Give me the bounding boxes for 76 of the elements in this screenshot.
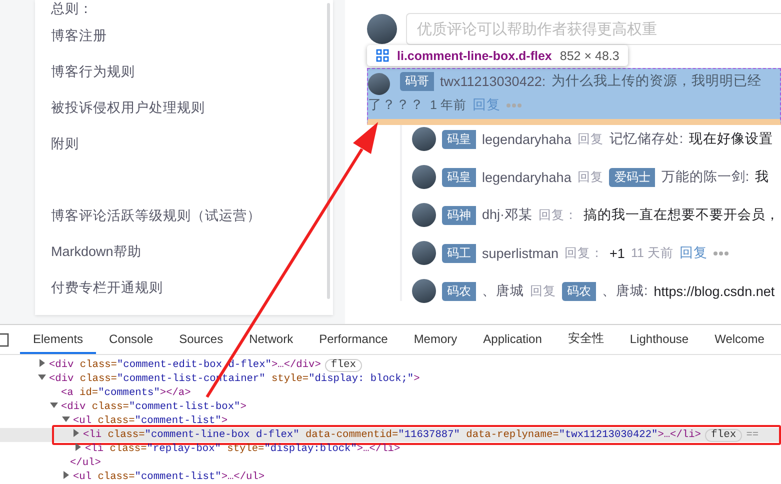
scrollbar[interactable] (327, 3, 330, 299)
dom-node-line[interactable]: <ul class="comment-list"> (73, 414, 228, 428)
reply-label: 回复 (577, 168, 604, 186)
dom-node-line[interactable]: <a id="comments"></a> (61, 386, 191, 400)
sidebar-link[interactable]: 附则 (51, 126, 79, 162)
avatar (412, 203, 436, 227)
sidebar-link[interactable]: 总则： (51, 0, 93, 18)
expand-right-icon[interactable] (38, 359, 46, 367)
avatar (412, 127, 436, 151)
comment-text: 为什么我上传的资源，我明明已经 (552, 72, 762, 90)
element-size: 852 × 48.3 (560, 48, 620, 62)
reply-text: 我 (755, 168, 770, 186)
expand-right-icon[interactable] (62, 471, 70, 479)
element-selector: li.comment-line-box.d-flex (397, 48, 552, 62)
avatar (412, 241, 436, 265)
sidebar-link[interactable]: 博客评论活跃等级规则（试运营） (51, 198, 261, 234)
reply-author[interactable]: legendaryhaha (482, 132, 572, 146)
reply-text: https://blog.csdn.net (654, 284, 775, 298)
console-ref-label: == (746, 428, 759, 442)
reply-author[interactable]: superlistman (482, 246, 559, 260)
flex-badge[interactable]: flex (704, 428, 742, 442)
dom-node-line[interactable]: <ul class="comment-list">…</ul> (73, 470, 265, 484)
sidebar-link[interactable]: 被投诉侵权用户处理规则 (51, 90, 205, 126)
devtools-tab[interactable]: Application (470, 325, 555, 354)
reply-author[interactable]: dhj·邓某 (482, 206, 533, 224)
reply-target[interactable]: 、唐城: (602, 282, 648, 300)
dom-node-line[interactable]: <li class="replay-box" style="display:block">…</li> (85, 442, 400, 456)
dom-node-line[interactable]: </ul> (70, 457, 101, 469)
avatar (367, 14, 397, 44)
level-badge: 码工 (442, 244, 476, 262)
devtools-tab[interactable]: Network (236, 325, 306, 354)
avatar (412, 279, 436, 303)
flex-badge[interactable]: flex (324, 358, 362, 372)
dom-node-line[interactable]: <div class="comment-list-box"> (61, 400, 246, 414)
reply-author[interactable]: 、唐城 (482, 282, 524, 300)
level-badge: 码农 (442, 282, 476, 300)
avatar (368, 73, 390, 95)
devtools-tab[interactable]: Sources (166, 325, 236, 354)
reply-label: 回复： (564, 244, 604, 262)
reply-text: 现在好像设置 (689, 130, 774, 148)
reply-time: 11 天前 (630, 244, 674, 262)
reply-label: 回复 (577, 130, 604, 148)
level-badge: 爱码士 (609, 168, 656, 186)
comment-author[interactable]: twx11213030422: (440, 74, 546, 88)
devtools-tab[interactable]: Welcome (702, 325, 778, 354)
devtools-tab[interactable]: Lighthouse (616, 325, 702, 354)
level-badge: 码哥 (400, 72, 434, 90)
devtools-tab[interactable]: Console (96, 325, 166, 354)
level-badge: 码农 (562, 282, 596, 300)
dom-node-line[interactable]: <div class="comment-edit-box d-flex">…</div> (49, 358, 321, 372)
expand-down-icon[interactable] (38, 373, 46, 381)
level-badge: 码神 (442, 206, 476, 224)
sidebar-link[interactable]: 博客行为规则 (51, 54, 135, 90)
selected-dom-row[interactable]: <li class="comment-line-box d-flex" data-commentid="11637887" data-replyname="twx11213030422">…</li> flex == (0, 428, 781, 442)
sidebar-link[interactable]: 付费专栏开通规则 (51, 270, 163, 306)
devtools-tab[interactable]: Performance (306, 325, 401, 354)
reply-target[interactable]: 记忆储存处: (609, 130, 684, 148)
level-badge: 码皇 (442, 130, 476, 148)
device-icon[interactable] (0, 332, 10, 346)
level-badge: 码皇 (442, 168, 476, 186)
reply-label: 回复： (538, 206, 578, 224)
reply-text: +1 (610, 246, 625, 260)
comment-text: 了？？？ (368, 96, 424, 114)
reply-author[interactable]: legendaryhaha (482, 170, 572, 184)
devtools-tab[interactable]: Memory (400, 325, 470, 354)
avatar (412, 165, 436, 189)
comment-input-field[interactable]: 优质评论可以帮助作者获得更高权重 (406, 13, 781, 45)
reply-text: 搞的我一直在想要不要开会员， (584, 206, 780, 224)
grid-icon (376, 49, 389, 62)
dom-node-line[interactable]: <li class="comment-line-box d-flex" data-commentid="11637887" data-replyname="twx11213030422">…</li> (83, 428, 701, 442)
reply-target[interactable]: 万能的陈一剑: (661, 168, 750, 186)
sidebar-link[interactable]: Markdown帮助 (51, 234, 142, 270)
sidebar-link[interactable]: 博客注册 (51, 18, 107, 54)
comment-time: 1 年前 (430, 96, 466, 114)
devtools-tab[interactable]: 安全性 (554, 325, 617, 354)
reply-label: 回复 (530, 282, 556, 300)
